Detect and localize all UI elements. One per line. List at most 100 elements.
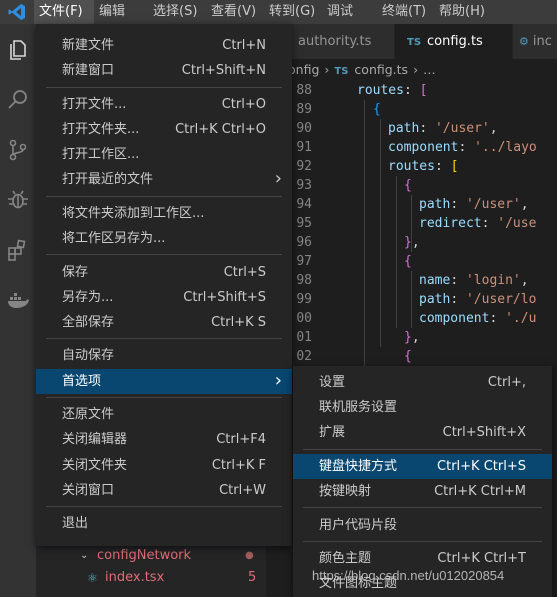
menu-item-label: 打开工作区... [62,147,140,163]
code-token: { [373,102,381,117]
activity-bar [0,24,36,597]
menu-item[interactable]: 键盘快捷方式 Ctrl+K Ctrl+S [293,453,552,479]
tree-folder-confignetwork[interactable]: ⌄ configNetwork ● [36,545,266,567]
menu-item-shortcut: Ctrl+Shift+N [181,63,266,79]
docker-icon[interactable] [6,288,30,312]
code-line: 01}, [266,328,557,347]
menu-separator [46,254,282,256]
file-menu: 新建文件 Ctrl+N 新建窗口 Ctrl+Shift+N 打开文件... Ctrl+O 打… [36,24,292,546]
menu-item[interactable]: 设置 Ctrl+, [293,370,552,395]
code-line: 97{ [266,252,557,271]
code-line: 88 routes: [ [266,81,557,100]
code-token: } [404,330,412,345]
code-token: '/user' [434,121,490,136]
tab-config-ts[interactable]: TS config.ts [395,24,512,59]
menu-item-label: 打开文件夹... [62,121,140,137]
menu-item-label: 新建窗口 [62,63,115,79]
menu-item[interactable]: 关闭窗口 Ctrl+W [36,478,292,503]
code-token: path [419,197,451,212]
menu-item[interactable]: 打开文件夹... Ctrl+K Ctrl+O [36,117,292,142]
files-icon[interactable] [6,38,30,62]
menu-item-shortcut: Ctrl+S [223,264,266,280]
debug-icon[interactable] [6,188,30,212]
problem-count-badge: 5 [248,570,257,585]
menu-item[interactable]: 用户代码片段 [293,513,552,538]
source-control-icon[interactable] [6,138,30,162]
vscode-logo-icon [0,0,34,24]
menu-item-label: 关闭窗口 [62,482,115,498]
code-token: [ [419,83,428,98]
menu-item[interactable]: 新建窗口 Ctrl+Shift+N [36,58,292,83]
code-text: component: '../layo [388,138,537,157]
search-icon[interactable] [6,88,30,112]
menu-item-shortcut: Ctrl+K Ctrl+M [434,484,526,500]
code-token: , [520,197,529,212]
menu-separator [46,396,282,398]
code-token: './u [505,311,537,326]
menu-item[interactable]: 扩展 Ctrl+Shift+X [293,420,552,445]
tree-file-index-tsx[interactable]: ⚛ index.tsx 5 [36,567,266,589]
menu-item[interactable]: 退出 [36,511,292,536]
menu-item[interactable]: 关闭编辑器 Ctrl+F4 [36,427,292,452]
code-token: { [404,254,412,269]
code-token: : [450,273,466,288]
code-token: , [520,273,529,288]
menu-item[interactable]: 打开文件... Ctrl+O [36,92,292,117]
menu-item[interactable]: 全部保存 Ctrl+K S [36,310,292,335]
menu-item[interactable]: 打开工作区... [36,142,292,167]
menu-item[interactable]: 首选项 › [36,368,292,394]
menu-item[interactable]: 将文件夹添加到工作区... [36,201,292,226]
menu-item-label: 关闭文件夹 [62,457,128,473]
menu-item[interactable]: 将工作区另存为... [36,226,292,251]
menu-item[interactable]: 打开最近的文件 › [36,167,292,192]
menu-item[interactable]: 还原文件 [36,402,292,427]
menubar-item[interactable]: 帮助(H) [434,0,492,24]
tab-inc[interactable]: ⚙ inc [513,24,557,59]
menu-item-label: 还原文件 [62,407,115,423]
breadcrumb-folder[interactable]: onfig [288,62,319,77]
typescript-icon: TS [334,66,349,77]
menubar-item[interactable]: 文件(F) [34,0,94,24]
menu-item[interactable]: 按键映射 Ctrl+K Ctrl+M [293,479,552,504]
tab-label: config.ts [427,34,483,49]
menubar-item[interactable]: 编辑(E) [94,0,148,43]
chevron-right-icon: › [274,369,282,391]
menubar-item[interactable]: 转到(G) [264,0,322,24]
menu-item-shortcut: Ctrl+N [222,38,266,53]
menubar-item[interactable]: 选择(S) [148,0,206,24]
menubar-item[interactable]: 终端(T) [377,0,434,24]
code-line: 92 routes: [ [266,157,557,176]
menu-item[interactable]: 联机服务设置 [293,395,552,420]
menu-item-label: 按键映射 [319,484,372,500]
react-file-icon: ⚛ [87,571,98,585]
code-token: path [419,292,451,307]
code-token: : [403,83,420,98]
code-text: path: '/user', [419,195,529,214]
extensions-icon[interactable] [6,238,30,262]
menu-item-label: 用户代码片段 [319,517,398,533]
gear-icon: ⚙ [519,35,529,48]
code-token: 'login' [465,273,521,288]
code-token: component [388,140,459,155]
indent-guide [411,271,412,328]
code-token: routes [357,83,404,98]
indent-guide [380,119,381,347]
menu-item[interactable]: 保存 Ctrl+S [36,260,292,285]
code-token: '/user/lo [465,292,537,307]
menu-item[interactable]: 关闭文件夹 Ctrl+K F [36,453,292,478]
menu-item-label: 关闭编辑器 [62,432,128,448]
menu-item[interactable]: 自动保存 [36,343,292,368]
chevron-right-icon: › [324,62,330,77]
code-token: , [489,121,498,136]
menu-separator [303,507,542,509]
code-line: 91 component: '../layo [266,138,557,157]
menu-item[interactable]: 新建文件 Ctrl+N [36,33,292,58]
breadcrumb-symbol[interactable]: … [423,62,436,77]
breadcrumb-file[interactable]: config.ts [354,62,408,77]
menubar-item[interactable]: 调试(D) [322,0,377,43]
code-token: component [419,311,490,326]
menubar-item[interactable]: 查看(V) [206,0,264,24]
code-token: '/user' [465,197,521,212]
menu-item[interactable]: 另存为... Ctrl+Shift+S [36,285,292,310]
indent-guide [364,100,365,366]
